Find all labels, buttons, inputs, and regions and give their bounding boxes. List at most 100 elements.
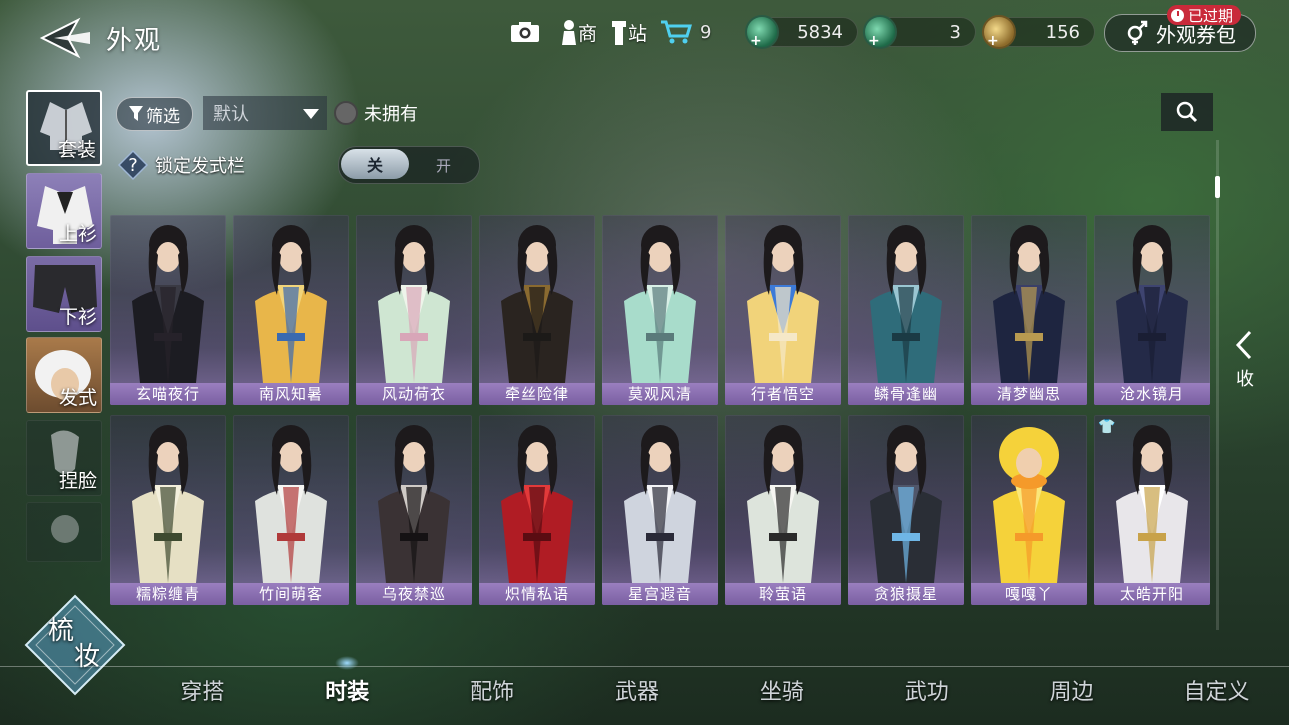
bottom-divider: [0, 666, 1289, 667]
outfit-name: 太皓开阳: [1094, 583, 1210, 605]
nav-accessories[interactable]: 配饰: [420, 674, 565, 714]
not-owned-label: 未拥有: [364, 104, 418, 125]
outfit-preview-image: [993, 225, 1065, 383]
outfit-card[interactable]: 牵丝险律: [479, 215, 595, 405]
search-button[interactable]: [1161, 93, 1213, 131]
back-button[interactable]: [38, 14, 94, 62]
scrollbar-track[interactable]: [1216, 140, 1219, 630]
camera-icon: [511, 22, 539, 42]
outfit-preview-image: [132, 225, 204, 383]
outfit-card[interactable]: 贪狼摄星: [848, 415, 964, 605]
outfit-name: 乌夜禁巡: [356, 583, 472, 605]
outfit-card[interactable]: 糯粽缠青: [110, 415, 226, 605]
side-tab-hairstyle[interactable]: 发式: [26, 337, 102, 413]
outfit-preview-image: [1116, 225, 1188, 383]
expired-text: 已过期: [1188, 6, 1234, 25]
filter-button[interactable]: 筛选: [116, 97, 193, 131]
funnel-icon: [129, 106, 143, 121]
side-tab-outfit[interactable]: 套装: [26, 90, 102, 166]
outfit-card[interactable]: 竹间萌客: [233, 415, 349, 605]
help-icon[interactable]: ?: [117, 149, 149, 181]
side-tab-label: 发式: [58, 387, 97, 409]
currency-value: 156: [1045, 21, 1080, 43]
logo-char: 梳: [48, 616, 75, 646]
switch-off-option[interactable]: 关: [341, 149, 409, 179]
outfit-preview-image: [378, 425, 450, 583]
outfit-card[interactable]: 清梦幽思: [971, 215, 1087, 405]
nav-merch[interactable]: 周边: [999, 674, 1144, 714]
outfit-card[interactable]: 风动荷衣: [356, 215, 472, 405]
outfit-preview-image: [501, 225, 573, 383]
outfit-preview-image: [870, 425, 942, 583]
currency-jade-ring[interactable]: 3: [863, 15, 976, 49]
sort-dropdown[interactable]: 默认: [203, 96, 327, 130]
makeup-logo-text: 梳 妆: [48, 618, 100, 670]
cart-icon: [661, 20, 692, 44]
outfit-card[interactable]: 乌夜禁巡: [356, 415, 472, 605]
scrollbar-thumb[interactable]: [1215, 176, 1220, 198]
outfit-name: 玄喵夜行: [110, 383, 226, 405]
expired-badge: 已过期: [1167, 5, 1242, 25]
side-tab-face[interactable]: 捏脸: [26, 420, 102, 496]
outfit-preview-image: [747, 225, 819, 383]
outfit-preview-image: [501, 425, 573, 583]
outfit-card[interactable]: 嘎嘎丫: [971, 415, 1087, 605]
outfit-name: 牵丝险律: [479, 383, 595, 405]
nav-mounts[interactable]: 坐骑: [710, 674, 855, 714]
station-figure-icon: [612, 21, 626, 45]
outfit-preview-image: [378, 225, 450, 383]
not-owned-toggle[interactable]: 未拥有: [334, 99, 418, 127]
outfit-card[interactable]: 炽情私语: [479, 415, 595, 605]
side-tab-top[interactable]: 上衫: [26, 173, 102, 249]
currency-jade-coin[interactable]: 5834: [745, 15, 858, 49]
nav-custom[interactable]: 自定义: [1144, 674, 1289, 714]
bottom-nav: 穿搭 时装 配饰 武器 坐骑 武功 周边 自定义: [130, 656, 1289, 714]
currency-value: 3: [949, 21, 961, 43]
nav-outfit-combo[interactable]: 穿搭: [130, 674, 275, 714]
search-icon: [1176, 101, 1198, 123]
outfit-preview-image: [747, 425, 819, 583]
shop-figure-icon: [562, 20, 576, 45]
outfit-name: 聆萤语: [725, 583, 841, 605]
station-button[interactable]: 站: [610, 14, 650, 50]
outfit-card[interactable]: 玄喵夜行: [110, 215, 226, 405]
currency-value: 5834: [797, 21, 843, 43]
outfit-card[interactable]: 行者悟空: [725, 215, 841, 405]
outfit-card[interactable]: 鳞骨逢幽: [848, 215, 964, 405]
outfit-card[interactable]: 太皓开阳 👕: [1094, 415, 1210, 605]
outfit-name: 嘎嘎丫: [971, 583, 1087, 605]
back-arrow-icon: [39, 17, 90, 59]
switch-on-option[interactable]: 开: [436, 155, 451, 176]
nav-fashion[interactable]: 时装: [275, 656, 420, 714]
outfit-card[interactable]: 莫观风清: [602, 215, 718, 405]
outfit-name: 贪狼摄星: [848, 583, 964, 605]
outfit-card[interactable]: 沧水镜月: [1094, 215, 1210, 405]
nav-weapons[interactable]: 武器: [565, 674, 710, 714]
page-title: 外观: [106, 26, 163, 56]
outfit-name: 星宫遐音: [602, 583, 718, 605]
outfit-name: 糯粽缠青: [110, 583, 226, 605]
side-tab-bottom[interactable]: 下衫: [26, 256, 102, 332]
station-label: 站: [628, 22, 648, 45]
outfit-preview-image: [132, 425, 204, 583]
sort-value: 默认: [213, 104, 249, 125]
cart-button[interactable]: 9: [660, 14, 730, 50]
outfit-name: 竹间萌客: [233, 583, 349, 605]
dropdown-arrow-icon: [303, 109, 319, 119]
jade-ring-icon: [863, 15, 897, 49]
outfit-preview-image: [255, 425, 327, 583]
outfit-card[interactable]: 星宫遐音: [602, 415, 718, 605]
lock-hairstyle-switch[interactable]: 关 开: [338, 146, 480, 184]
outfit-name: 清梦幽思: [971, 383, 1087, 405]
shop-label: 商: [578, 22, 598, 45]
nav-martial-arts[interactable]: 武功: [854, 674, 999, 714]
lock-hairstyle-label: 锁定发式栏: [155, 156, 245, 177]
camera-button[interactable]: [510, 14, 544, 50]
side-tab-more[interactable]: [26, 502, 102, 562]
outfit-card[interactable]: 聆萤语: [725, 415, 841, 605]
collapse-button[interactable]: 收: [1228, 330, 1262, 390]
shop-button[interactable]: 商: [560, 14, 600, 50]
outfit-preview-image: [255, 225, 327, 383]
outfit-card[interactable]: 南风知暑: [233, 215, 349, 405]
currency-gold-coin[interactable]: 156: [982, 15, 1095, 49]
